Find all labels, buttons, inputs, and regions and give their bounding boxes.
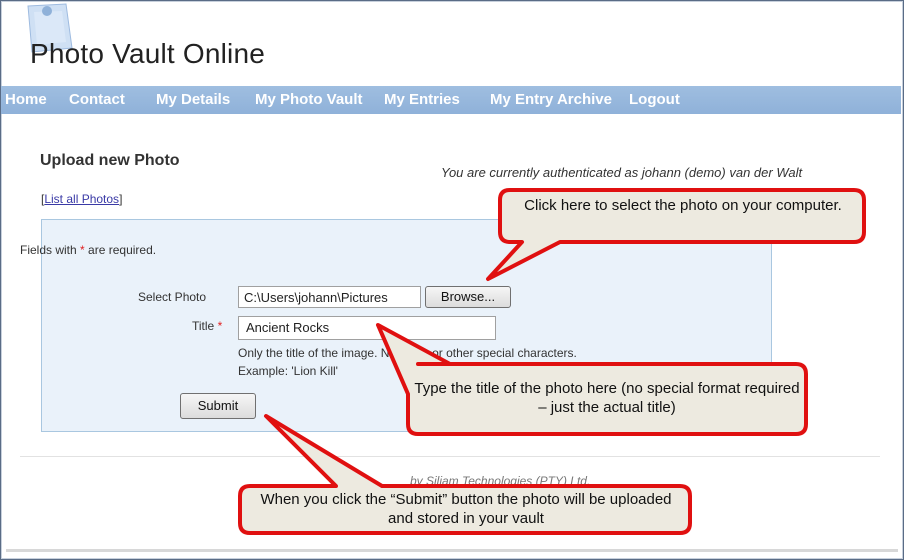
- tutorial-callouts: [238, 188, 866, 535]
- callout-submit-text: When you click the “Submit” button the p…: [260, 491, 672, 527]
- callout-select-photo-text: Click here to select the photo on your c…: [524, 197, 842, 214]
- callout-title-text: Type the title of the photo here (no spe…: [414, 380, 800, 416]
